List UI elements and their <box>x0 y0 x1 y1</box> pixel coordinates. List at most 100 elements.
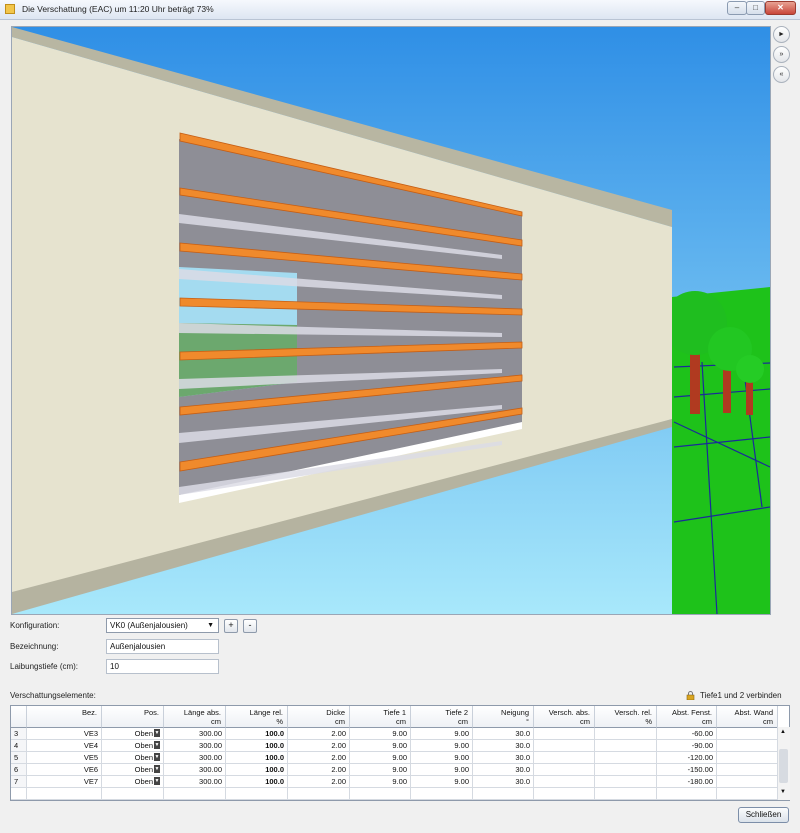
cell-laenge-abs[interactable]: 300.00 <box>164 752 226 764</box>
cell-laenge-rel[interactable]: 100.0 <box>226 728 288 740</box>
cell-laenge-rel[interactable]: 100.0 <box>226 776 288 788</box>
cell-tiefe1[interactable]: 9.00 <box>350 752 411 764</box>
chevron-down-icon[interactable]: ▼ <box>154 741 160 749</box>
cell-neigung[interactable]: 30.0 <box>473 728 534 740</box>
bezeichnung-field[interactable]: Außenjalousien <box>106 639 219 654</box>
cell-abst-fenst[interactable]: -180.00 <box>657 776 717 788</box>
cell-laenge-abs[interactable]: 300.00 <box>164 764 226 776</box>
cell-versch-rel[interactable] <box>595 776 657 788</box>
cell-laenge-rel[interactable]: 100.0 <box>226 764 288 776</box>
cell-laenge-abs[interactable]: 300.00 <box>164 728 226 740</box>
schliessen-button[interactable]: Schließen <box>738 807 789 823</box>
cell-tiefe2[interactable]: 9.00 <box>411 728 473 740</box>
cell-num: 4 <box>11 740 27 752</box>
cell-neigung[interactable]: 30.0 <box>473 752 534 764</box>
cell-abst-wand[interactable] <box>717 728 778 740</box>
scrollbar-thumb[interactable] <box>779 749 788 783</box>
cell-tiefe1[interactable]: 9.00 <box>350 764 411 776</box>
cell-abst-fenst[interactable]: -90.00 <box>657 740 717 752</box>
column-header-bez[interactable]: Bez. <box>27 706 102 728</box>
cell-laenge-abs[interactable]: 300.00 <box>164 740 226 752</box>
cell-value: 9.00 <box>454 729 469 738</box>
cell-versch-abs[interactable] <box>534 740 595 752</box>
cell-tiefe2[interactable]: 9.00 <box>411 752 473 764</box>
cell-dicke[interactable]: 2.00 <box>288 752 350 764</box>
elements-table[interactable]: Bez. Pos. Länge abs. cm Länge rel.% Dicke… <box>10 705 790 801</box>
cell-versch-rel[interactable] <box>595 752 657 764</box>
cell-abst-fenst[interactable]: -120.00 <box>657 752 717 764</box>
chevron-down-icon[interactable]: ▼ <box>154 753 160 761</box>
cell-versch-rel[interactable] <box>595 740 657 752</box>
scroll-down-icon[interactable]: ▼ <box>780 789 786 795</box>
cell-dicke[interactable]: 2.00 <box>288 764 350 776</box>
remove-configuration-button[interactable]: - <box>243 619 257 633</box>
cell-laenge-abs[interactable]: 300.00 <box>164 776 226 788</box>
cell-versch-abs[interactable] <box>534 752 595 764</box>
table-scrollbar[interactable]: ▲ ▼ <box>777 727 790 800</box>
cell-abst-wand[interactable] <box>717 764 778 776</box>
cell-versch-abs[interactable] <box>534 776 595 788</box>
cell-tiefe2[interactable]: 9.00 <box>411 776 473 788</box>
cell-laenge-rel[interactable]: 100.0 <box>226 752 288 764</box>
cell-dicke[interactable]: 2.00 <box>288 776 350 788</box>
konfiguration-select[interactable]: VK0 (Außenjalousien) ▼ <box>106 618 219 633</box>
cell-tiefe1[interactable]: 9.00 <box>350 728 411 740</box>
cell-bez[interactable]: VE3 <box>27 728 102 740</box>
cell-pos[interactable]: Oben ▼ <box>102 752 164 764</box>
maximize-button[interactable]: □ <box>746 1 765 15</box>
cell-neigung[interactable]: 30.0 <box>473 764 534 776</box>
cell-pos[interactable]: Oben ▼ <box>102 728 164 740</box>
cell-bez[interactable]: VE6 <box>27 764 102 776</box>
cell-abst-fenst[interactable]: -150.00 <box>657 764 717 776</box>
laibungstiefe-field[interactable]: 10 <box>106 659 219 674</box>
cell-pos[interactable]: Oben ▼ <box>102 764 164 776</box>
column-header-tiefe1[interactable]: Tiefe 1 cm <box>350 706 411 728</box>
cell-abst-wand[interactable] <box>717 776 778 788</box>
cell-tiefe1[interactable]: 9.00 <box>350 776 411 788</box>
cell-tiefe1[interactable]: 9.00 <box>350 740 411 752</box>
fast-forward-icon[interactable]: » <box>773 46 790 63</box>
column-header-dicke[interactable]: Dicke cm <box>288 706 350 728</box>
rewind-icon[interactable]: « <box>773 66 790 83</box>
column-header-abst-wand[interactable]: Abst. Wand cm <box>717 706 778 728</box>
cell-neigung[interactable]: 30.0 <box>473 740 534 752</box>
cell-abst-wand[interactable] <box>717 752 778 764</box>
cell-versch-rel[interactable] <box>595 728 657 740</box>
minimize-button[interactable]: – <box>727 1 747 15</box>
close-window-button[interactable]: ✕ <box>765 1 796 15</box>
column-header-laenge-abs[interactable]: Länge abs. cm <box>164 706 226 728</box>
column-header-neigung[interactable]: Neigung ° <box>473 706 534 728</box>
cell-neigung[interactable]: 30.0 <box>473 776 534 788</box>
chevron-down-icon[interactable]: ▼ <box>154 765 160 773</box>
cell-versch-abs[interactable] <box>534 728 595 740</box>
cell-value: 30.0 <box>515 753 530 762</box>
column-header-versch-rel[interactable]: Versch. rel.% <box>595 706 657 728</box>
cell-abst-wand[interactable] <box>717 740 778 752</box>
play-icon[interactable]: ► <box>773 26 790 43</box>
cell-pos[interactable]: Oben ▼ <box>102 740 164 752</box>
column-header-abst-fenst[interactable]: Abst. Fenst. cm <box>657 706 717 728</box>
column-header-versch-abs[interactable]: Versch. abs. cm <box>534 706 595 728</box>
cell-bez[interactable]: VE7 <box>27 776 102 788</box>
chevron-down-icon[interactable]: ▼ <box>154 777 160 785</box>
cell-laenge-rel[interactable]: 100.0 <box>226 740 288 752</box>
connect-depths-label[interactable]: Tiefe1 und 2 verbinden <box>700 691 782 700</box>
add-configuration-button[interactable]: + <box>224 619 238 633</box>
cell-versch-abs[interactable] <box>534 764 595 776</box>
chevron-down-icon[interactable]: ▼ <box>154 729 160 737</box>
3d-viewport[interactable] <box>11 26 771 615</box>
cell-tiefe2[interactable]: 9.00 <box>411 740 473 752</box>
cell-abst-fenst[interactable]: -60.00 <box>657 728 717 740</box>
scroll-up-icon[interactable]: ▲ <box>780 729 786 735</box>
column-header-pos[interactable]: Pos. <box>102 706 164 728</box>
cell-versch-rel[interactable] <box>595 764 657 776</box>
column-header-laenge-rel[interactable]: Länge rel.% <box>226 706 288 728</box>
cell-bez[interactable]: VE4 <box>27 740 102 752</box>
cell-tiefe2[interactable]: 9.00 <box>411 764 473 776</box>
column-header-tiefe2[interactable]: Tiefe 2 cm <box>411 706 473 728</box>
cell-pos[interactable]: Oben ▼ <box>102 776 164 788</box>
cell-dicke[interactable]: 2.00 <box>288 728 350 740</box>
cell-dicke[interactable]: 2.00 <box>288 740 350 752</box>
lock-icon[interactable] <box>686 691 695 700</box>
cell-bez[interactable]: VE5 <box>27 752 102 764</box>
